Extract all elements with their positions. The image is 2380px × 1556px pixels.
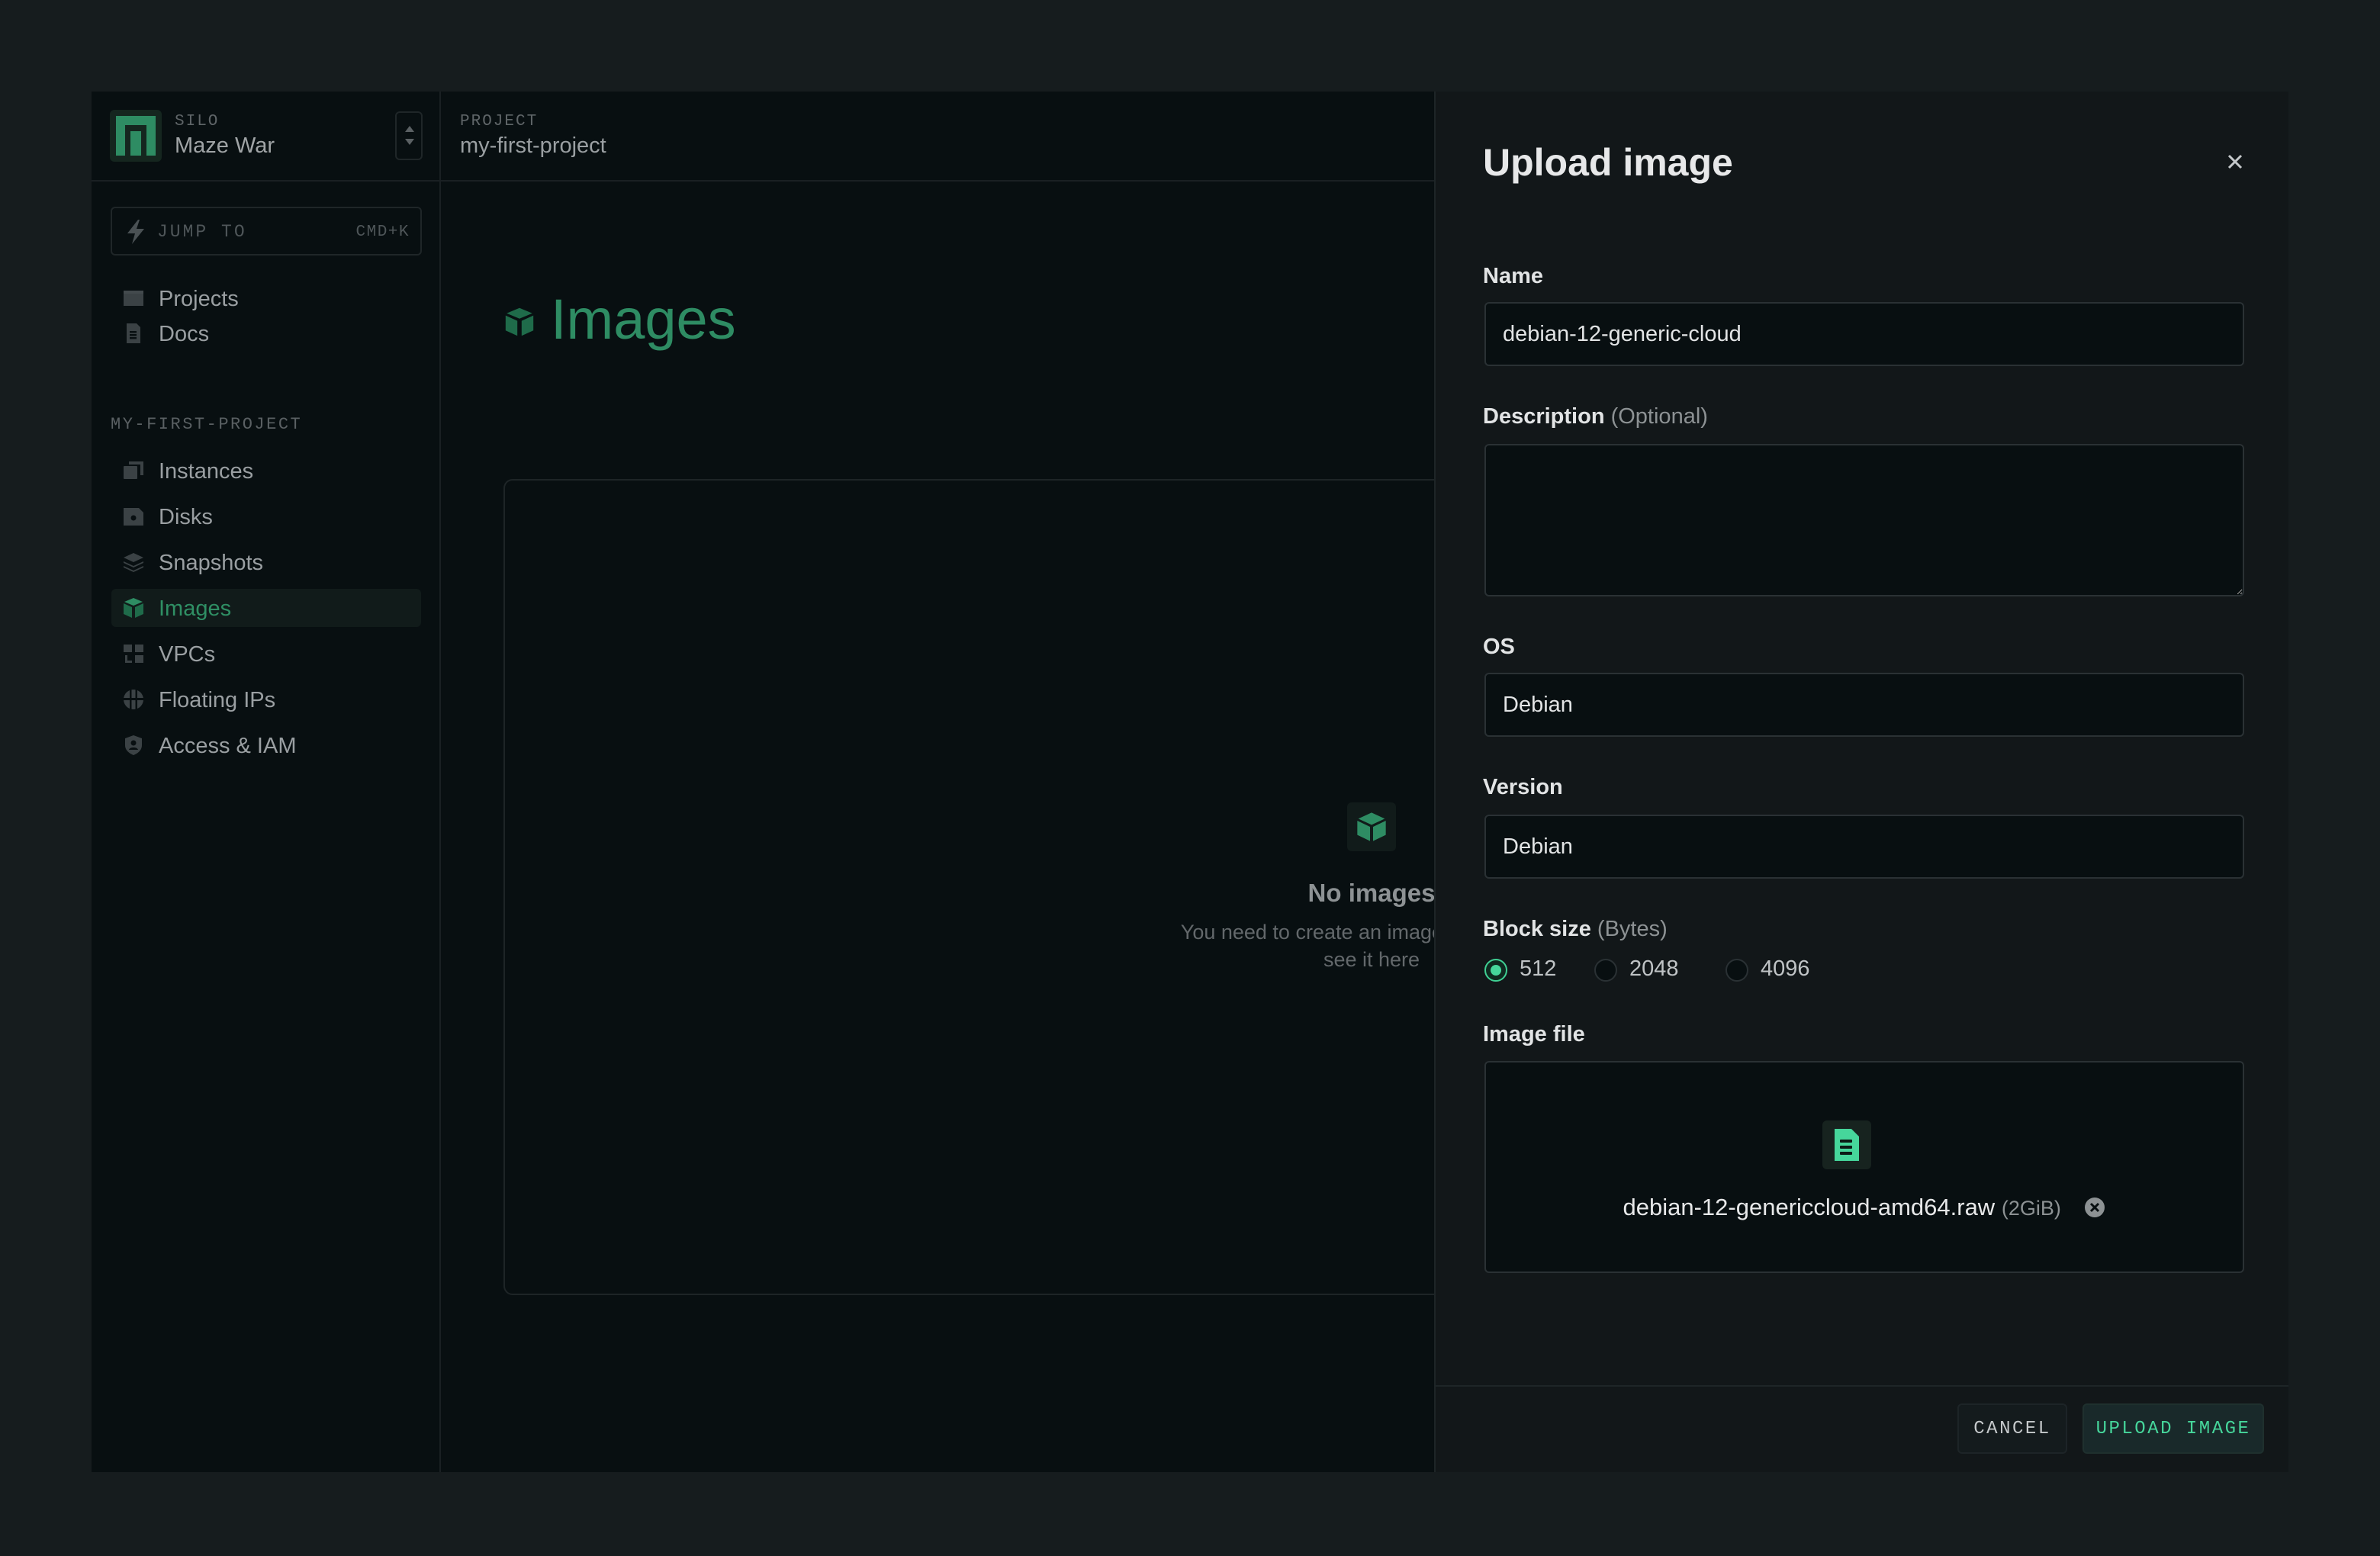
os-input[interactable] xyxy=(1484,673,2244,737)
globe-icon xyxy=(122,689,145,710)
instances-icon xyxy=(122,460,145,481)
select-arrows-icon[interactable] xyxy=(395,111,423,160)
block-size-label: Block size (Bytes) xyxy=(1483,917,1668,941)
sidebar-item-label: Disks xyxy=(159,505,213,529)
sidebar-item-label: Docs xyxy=(159,322,210,346)
chevron-down-icon xyxy=(405,139,414,145)
sidebar-item-label: Floating IPs xyxy=(159,688,276,712)
silo-name: Maze War xyxy=(175,133,275,158)
app-window: SILO Maze War JUMP TO CMD+K Projects Doc… xyxy=(92,92,2288,1472)
networking-icon xyxy=(122,643,145,664)
page-title-text: Images xyxy=(551,288,736,351)
jump-to-shortcut: CMD+K xyxy=(355,223,410,241)
sidebar-item-access-iam[interactable]: Access & IAM xyxy=(111,726,421,764)
radio-checked-icon xyxy=(1484,959,1507,982)
sidebar-item-docs[interactable]: Docs xyxy=(111,314,421,352)
radio-label: 4096 xyxy=(1761,956,1810,981)
radio-label: 512 xyxy=(1520,956,1557,981)
sidebar-item-floating-ips[interactable]: Floating IPs xyxy=(111,680,421,719)
jump-to-label: JUMP TO xyxy=(157,222,247,242)
close-icon[interactable] xyxy=(2224,151,2246,172)
folder-icon xyxy=(122,288,145,309)
sidebar-item-label: Access & IAM xyxy=(159,734,297,758)
version-input[interactable] xyxy=(1484,815,2244,879)
panel-footer: CANCEL UPLOAD IMAGE xyxy=(1436,1385,2288,1472)
image-file-dropzone[interactable]: debian-12-genericcloud-amd64.raw (2GiB) xyxy=(1484,1061,2244,1273)
cube-icon xyxy=(122,597,145,619)
jump-to-button[interactable]: JUMP TO CMD+K xyxy=(111,207,422,256)
sidebar-item-projects[interactable]: Projects xyxy=(111,279,421,317)
project-section-label: MY-FIRST-PROJECT xyxy=(111,415,303,434)
radio-unchecked-icon xyxy=(1594,959,1617,982)
description-label: Description (Optional) xyxy=(1483,404,1708,429)
silo-picker[interactable]: SILO Maze War xyxy=(92,92,439,182)
document-icon xyxy=(122,323,145,344)
cube-icon xyxy=(503,305,536,342)
name-label: Name xyxy=(1483,264,1543,288)
disk-icon xyxy=(122,506,145,527)
cube-icon xyxy=(1347,802,1396,851)
panel-title: Upload image xyxy=(1483,141,1733,184)
optional-hint: (Optional) xyxy=(1610,404,1708,429)
sidebar-item-vpcs[interactable]: VPCs xyxy=(111,635,421,673)
name-input[interactable] xyxy=(1484,302,2244,366)
remove-file-icon[interactable] xyxy=(2084,1197,2105,1218)
sidebar-item-label: Projects xyxy=(159,287,239,311)
file-size: (2GiB) xyxy=(2001,1197,2061,1220)
sidebar-item-label: VPCs xyxy=(159,642,216,667)
sidebar-item-label: Instances xyxy=(159,459,254,484)
description-textarea[interactable] xyxy=(1484,444,2244,596)
bytes-hint: (Bytes) xyxy=(1597,917,1668,941)
sidebar-item-instances[interactable]: Instances xyxy=(111,452,421,490)
sidebar-item-images[interactable]: Images xyxy=(111,589,421,627)
upload-image-button[interactable]: UPLOAD IMAGE xyxy=(2082,1403,2264,1454)
lightning-icon xyxy=(126,220,146,248)
layers-icon xyxy=(122,551,145,573)
version-label: Version xyxy=(1483,775,1563,799)
radio-unchecked-icon xyxy=(1726,959,1748,982)
document-icon xyxy=(1822,1120,1871,1169)
cancel-button[interactable]: CANCEL xyxy=(1957,1403,2067,1454)
file-name: debian-12-genericcloud-amd64.raw xyxy=(1623,1194,1996,1220)
os-label: OS xyxy=(1483,635,1515,659)
sidebar-item-disks[interactable]: Disks xyxy=(111,497,421,535)
project-kicker: PROJECT xyxy=(460,113,539,130)
image-file-label: Image file xyxy=(1483,1022,1585,1046)
radio-label: 2048 xyxy=(1629,956,1679,981)
sidebar: SILO Maze War JUMP TO CMD+K Projects Doc… xyxy=(92,92,441,1472)
sidebar-item-label: Snapshots xyxy=(159,551,264,575)
sidebar-item-label: Images xyxy=(159,596,232,621)
project-name[interactable]: my-first-project xyxy=(460,133,606,159)
sidebar-item-snapshots[interactable]: Snapshots xyxy=(111,543,421,581)
upload-image-panel: Upload image Name Description (Optional)… xyxy=(1434,92,2288,1472)
silo-kicker: SILO xyxy=(175,113,220,130)
selected-file: debian-12-genericcloud-amd64.raw (2GiB) xyxy=(1486,1194,2243,1221)
chevron-up-icon xyxy=(405,126,414,132)
shield-icon xyxy=(122,735,145,756)
oxide-logo-icon xyxy=(110,110,162,162)
